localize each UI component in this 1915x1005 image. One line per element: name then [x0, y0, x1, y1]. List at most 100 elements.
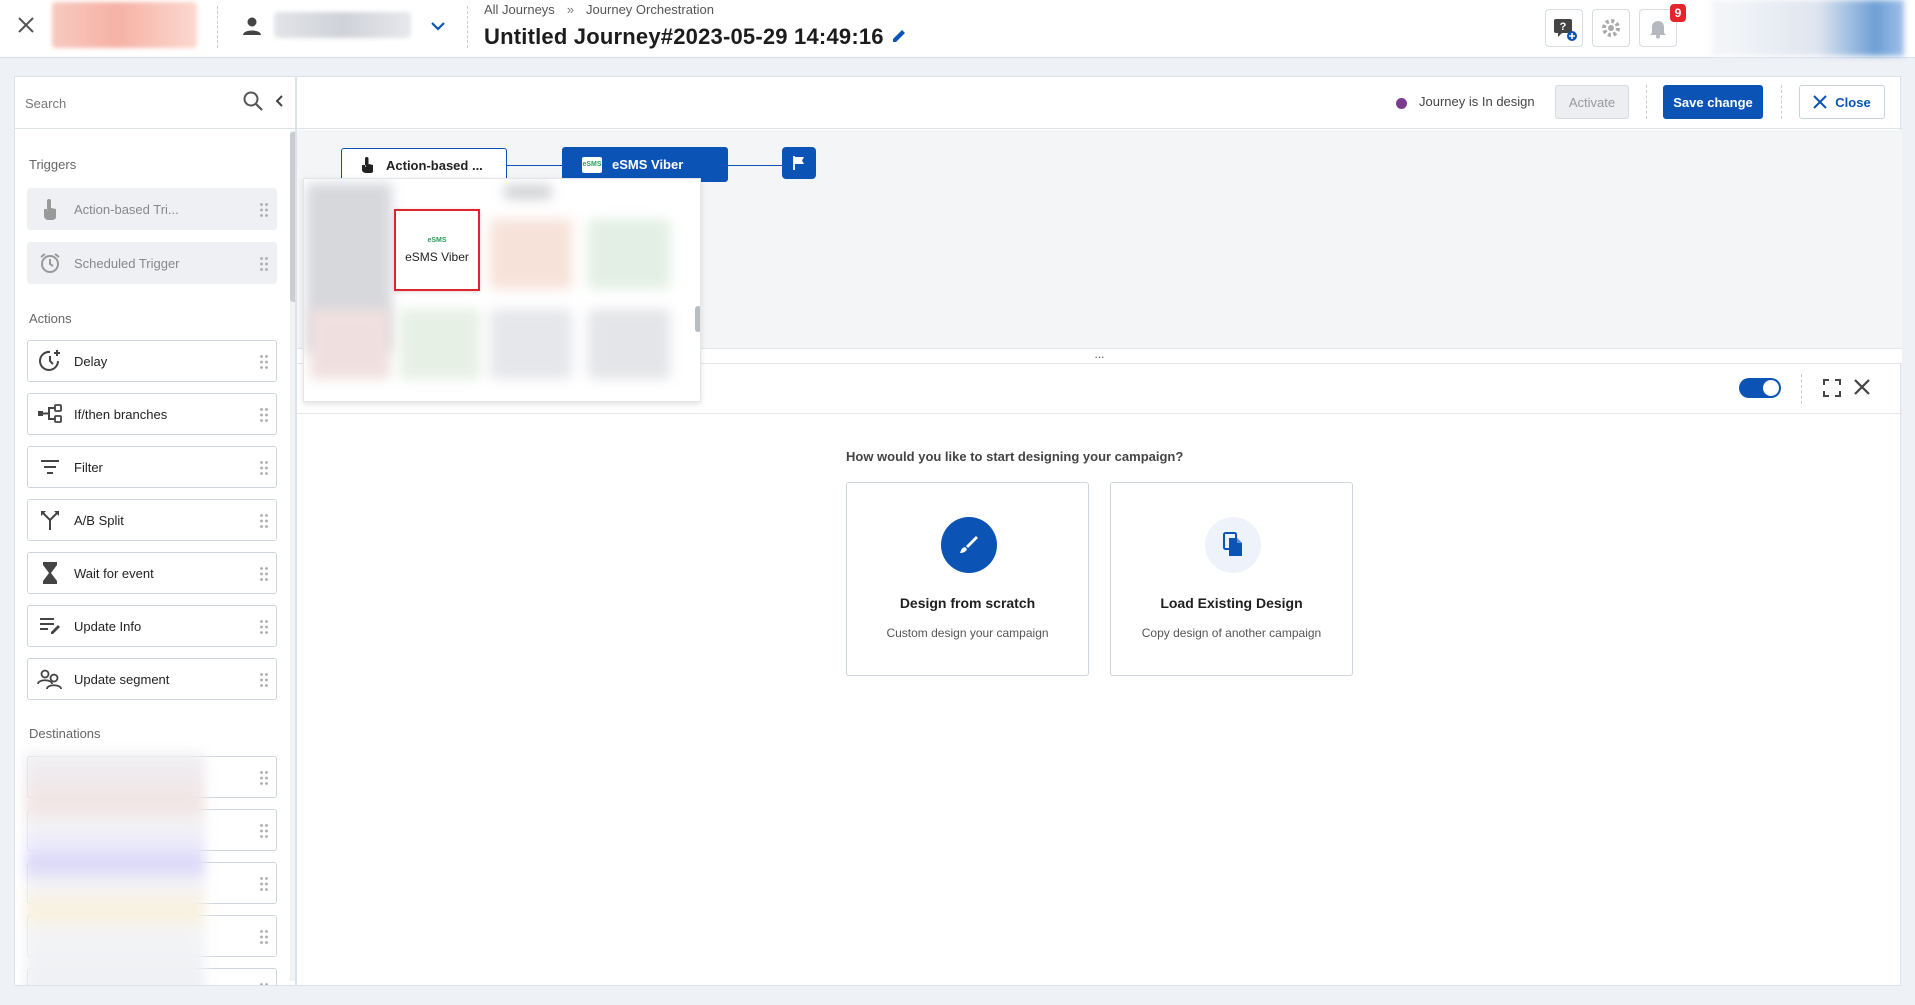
page-title: Untitled Journey#2023-05-29 14:49:16: [484, 24, 884, 49]
drag-handle-icon[interactable]: [259, 513, 269, 529]
editor-toggle[interactable]: [1739, 378, 1781, 398]
brush-icon: [941, 517, 997, 573]
sidebar-item-if-then-branches[interactable]: If/then branches: [27, 393, 277, 435]
sidebar-item-wait-for-event[interactable]: Wait for event: [27, 552, 277, 594]
alarm-clock-icon: [32, 243, 68, 283]
edit-list-icon: [32, 606, 68, 646]
hourglass-icon: [32, 553, 68, 593]
drag-handle-icon[interactable]: [259, 672, 269, 688]
sidebar-item-label: Update segment: [74, 671, 170, 687]
esms-logo: eSMS: [582, 156, 602, 173]
save-change-button[interactable]: Save change: [1663, 85, 1763, 119]
status-dot: [1396, 98, 1407, 109]
option-title: Design from scratch: [899, 595, 1036, 611]
sidebar-item-delay[interactable]: Delay: [27, 340, 277, 382]
divider: [467, 6, 468, 48]
expand-icon[interactable]: [1823, 379, 1841, 397]
load-existing-design-card[interactable]: Load Existing Design Copy design of anot…: [1110, 482, 1353, 676]
esms-logo: eSMS: [427, 236, 447, 244]
trigger-node[interactable]: Action-based ...: [341, 148, 507, 182]
blurred-option: [588, 309, 670, 379]
gear-icon: [1602, 19, 1620, 37]
connector-line: [728, 165, 782, 166]
bell-icon: [1650, 21, 1666, 39]
sidebar-item-scheduled-trigger[interactable]: Scheduled Trigger: [27, 242, 277, 284]
sidebar-item-update-segment[interactable]: Update segment: [27, 658, 277, 700]
end-node[interactable]: [782, 147, 816, 179]
destinations-heading: Destinations: [29, 726, 101, 741]
sidebar-item-label: Delay: [74, 353, 108, 369]
triggers-heading: Triggers: [29, 157, 77, 172]
drag-handle-icon[interactable]: [259, 619, 269, 635]
filter-icon: [32, 447, 68, 487]
actions-heading: Actions: [29, 311, 72, 326]
sidebar-item-label: If/then branches: [74, 406, 168, 422]
connector-line: [507, 165, 562, 166]
search-bar: [15, 77, 295, 129]
notification-badge: 9: [1670, 4, 1686, 22]
esms-node-label: eSMS Viber: [612, 157, 684, 172]
user-name: [274, 12, 411, 38]
blurred-option: [310, 309, 390, 379]
activate-button[interactable]: Activate: [1555, 85, 1629, 119]
copy-icon: [1205, 517, 1261, 573]
sidebar-item-label: Action-based Tri...: [74, 201, 179, 217]
brand-logo: [52, 2, 197, 48]
sidebar-item-label: Wait for event: [74, 565, 154, 581]
drag-handle-icon[interactable]: [259, 256, 269, 272]
journey-toolbar: Journey is In design Activate Save chang…: [297, 77, 1902, 129]
blurred-option: [490, 309, 572, 379]
svg-text:?: ?: [1560, 21, 1567, 33]
drag-handle-icon[interactable]: [259, 823, 269, 839]
breadcrumb-separator: »: [566, 2, 575, 17]
branch-icon: [32, 394, 68, 434]
divider: [1646, 85, 1647, 119]
close-button[interactable]: Close: [1799, 85, 1885, 119]
drag-handle-icon[interactable]: [259, 354, 269, 370]
blurred-option: [490, 219, 572, 289]
blurred-heading: [504, 185, 552, 199]
option-subtitle: Copy design of another campaign: [1141, 626, 1322, 640]
esms-viber-option[interactable]: eSMS eSMS Viber: [394, 209, 480, 291]
drag-handle-icon[interactable]: [259, 929, 269, 945]
sidebar-item-label: Filter: [74, 459, 103, 475]
drag-handle-icon[interactable]: [259, 982, 269, 986]
account-area[interactable]: [1712, 0, 1904, 56]
sidebar-item-ab-split[interactable]: A/B Split: [27, 499, 277, 541]
trigger-node-label: Action-based ...: [386, 157, 483, 173]
drag-handle-icon[interactable]: [259, 566, 269, 582]
help-add-button[interactable]: ?: [1545, 9, 1583, 47]
sidebar-item-label: Scheduled Trigger: [74, 255, 180, 271]
search-icon[interactable]: [242, 90, 266, 114]
sidebar-item-action-based-trigger[interactable]: Action-based Tri...: [27, 188, 277, 230]
close-icon[interactable]: [1853, 378, 1873, 398]
close-button-label: Close: [1835, 94, 1871, 110]
pencil-icon[interactable]: [890, 27, 910, 47]
sidebar-item-update-info[interactable]: Update Info: [27, 605, 277, 647]
flag-icon: [793, 156, 804, 170]
esms-viber-option-label: eSMS Viber: [405, 249, 469, 264]
close-icon: [1813, 95, 1828, 109]
divider: [1801, 374, 1802, 404]
drag-handle-icon[interactable]: [259, 407, 269, 423]
breadcrumb: All Journeys » Journey Orchestration: [484, 2, 714, 17]
breadcrumb-all-journeys[interactable]: All Journeys: [484, 2, 555, 17]
settings-button[interactable]: [1592, 9, 1630, 47]
drag-handle-icon[interactable]: [259, 460, 269, 476]
blurred-option: [400, 309, 480, 379]
sidebar-item-label: Update Info: [74, 618, 142, 634]
components-panel: Triggers Action-based Tri... Scheduled T…: [14, 76, 296, 986]
esms-viber-node[interactable]: eSMS eSMS Viber: [562, 147, 728, 182]
split-icon: [32, 500, 68, 540]
design-from-scratch-card[interactable]: Design from scratch Custom design your c…: [846, 482, 1089, 676]
drag-handle-icon[interactable]: [259, 876, 269, 892]
search-input[interactable]: [25, 91, 245, 115]
drag-handle-icon[interactable]: [259, 770, 269, 786]
drag-handle-icon[interactable]: [259, 202, 269, 218]
popup-scrollbar[interactable]: [695, 306, 700, 332]
chevron-down-icon[interactable]: [428, 16, 448, 36]
close-icon[interactable]: [14, 13, 38, 37]
sidebar-item-filter[interactable]: Filter: [27, 446, 277, 488]
timer-plus-icon: [32, 341, 68, 381]
chevron-left-icon[interactable]: [273, 94, 289, 110]
